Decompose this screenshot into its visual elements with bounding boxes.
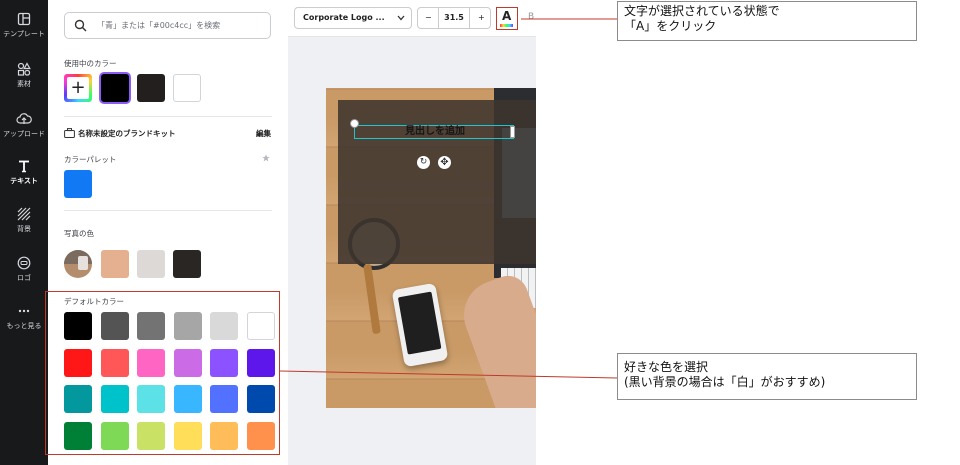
bottom-callout-line1: 好きな色を選択	[624, 360, 709, 374]
top-callout-line2: 「A」をクリック	[624, 19, 717, 33]
top-callout: 文字が選択されている状態で 「A」をクリック	[617, 1, 917, 41]
bottom-callout: 好きな色を選択 (黒い背景の場合は「白」がおすすめ)	[617, 353, 917, 400]
bottom-callout-line2: (黒い背景の場合は「白」がおすすめ)	[624, 375, 826, 389]
top-callout-line1: 文字が選択されている状態で	[624, 4, 780, 18]
